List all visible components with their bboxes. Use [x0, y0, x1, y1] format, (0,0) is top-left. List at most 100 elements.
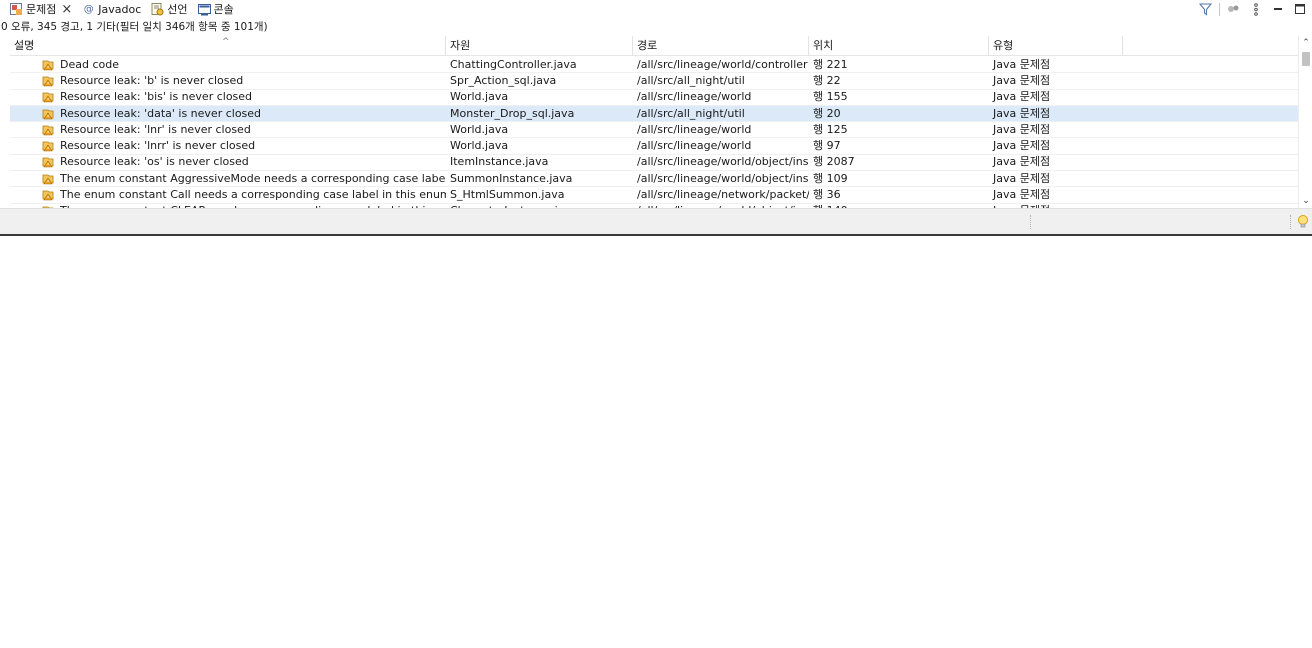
problem-type-cell: Java 문제점	[989, 106, 1123, 122]
table-row[interactable]: Resource leak: 'b' is never closed Spr_Ac…	[10, 73, 1298, 90]
tab-problems[interactable]: 문제점 ×	[0, 0, 76, 18]
tab-javadoc[interactable]: @ Javadoc	[76, 0, 145, 18]
problem-type-cell: Java 문제점	[989, 89, 1123, 105]
problem-path-cell: /all/src/lineage/world/object/ins...	[633, 171, 809, 187]
table-row[interactable]: Resource leak: 'lnrr' is never closed Wor…	[10, 138, 1298, 155]
close-icon[interactable]: ×	[61, 3, 72, 16]
problem-resource: World.java	[450, 90, 509, 104]
problem-resource-cell: Spr_Action_sql.java	[446, 73, 633, 89]
problem-resource: Monster_Drop_sql.java	[450, 106, 575, 120]
problem-type: Java 문제점	[993, 57, 1051, 71]
problem-path-cell: /all/src/lineage/world	[633, 138, 809, 154]
table-row[interactable]: The enum constant Call needs a correspon…	[10, 187, 1298, 204]
problem-type: Java 문제점	[993, 90, 1051, 104]
table-row[interactable]: Resource leak: 'os' is never closed ItemI…	[10, 154, 1298, 172]
problem-path-cell: /all/src/all_night/util	[633, 73, 809, 89]
problem-path: /all/src/lineage/world	[637, 139, 752, 153]
table-row[interactable]: The enum constant AggressiveMode needs a…	[10, 171, 1298, 188]
problem-description: The enum constant Call needs a correspon…	[60, 188, 446, 202]
problem-path-cell: /all/src/all_night/util	[633, 106, 809, 122]
problem-location-cell: 행 2087	[809, 154, 989, 170]
table-row[interactable]: Dead code ChattingController.java/all/src…	[10, 57, 1298, 74]
declaration-icon	[151, 2, 164, 16]
row-filler	[1123, 154, 1298, 170]
problem-type: Java 문제점	[993, 73, 1051, 87]
row-filler	[1123, 57, 1298, 73]
problem-type: Java 문제점	[993, 188, 1051, 202]
problem-resource: Spr_Action_sql.java	[450, 73, 557, 87]
table-row[interactable]: Resource leak: 'bis' is never closed Worl…	[10, 90, 1298, 106]
scroll-up-icon[interactable]: ⌃	[1301, 38, 1311, 48]
problem-location: 행 125	[813, 122, 848, 136]
column-header-path[interactable]: 경로	[633, 36, 809, 56]
vertical-scrollbar[interactable]: ⌃ ⌄	[1298, 36, 1312, 208]
problem-resource: World.java	[450, 139, 509, 153]
problem-location-cell: 행 22	[809, 73, 989, 89]
problem-location-cell: 행 221	[809, 57, 989, 73]
problem-type-cell: Java 문제점	[989, 57, 1123, 73]
problem-description-cell: Resource leak: 'bis' is never closed	[10, 89, 446, 105]
more-icon[interactable]	[1248, 1, 1264, 17]
problem-path-cell: /all/src/lineage/world	[633, 89, 809, 105]
column-label: 자원	[450, 39, 471, 52]
maximize-icon[interactable]	[1292, 1, 1308, 17]
sort-ascending-icon: ^	[222, 37, 230, 47]
problems-summary: 0 오류, 345 경고, 1 기타(필터 일치 346개 항목 중 101개)	[1, 21, 268, 33]
view-menu-icon[interactable]	[1226, 1, 1242, 17]
problems-view: 문제점 × @ Javadoc 선언 콘솔 0 오류, 345 경고, 1 기타…	[0, 0, 1312, 236]
problem-resource-cell: ItemInstance.java	[446, 154, 633, 170]
row-filler	[1123, 187, 1298, 203]
tab-label: 문제점	[26, 3, 57, 16]
console-icon	[197, 3, 211, 16]
column-label: 경로	[637, 39, 658, 52]
problem-path: /all/src/all_night/util	[637, 73, 745, 87]
problem-location-cell: 행 36	[809, 187, 989, 203]
problem-resource-cell: World.java	[446, 122, 633, 138]
warning-icon	[42, 189, 55, 201]
problem-type: Java 문제점	[993, 106, 1051, 120]
problem-location-cell: 행 125	[809, 122, 989, 138]
problem-location-cell: 행 109	[809, 171, 989, 187]
warning-icon	[42, 156, 55, 168]
table-body: Dead code ChattingController.java/all/src…	[10, 57, 1298, 208]
table-row[interactable]: Resource leak: 'data' is never closed Mon…	[10, 105, 1298, 123]
status-divider	[1290, 215, 1291, 229]
problem-description: Dead code	[60, 57, 119, 71]
problem-location: 행 22	[813, 73, 841, 87]
problem-path: /all/src/lineage/network/packet/...	[637, 188, 809, 202]
problem-description: Resource leak: 'os' is never closed	[60, 155, 249, 169]
column-header-location[interactable]: 위치	[809, 36, 989, 56]
scroll-down-icon[interactable]: ⌄	[1301, 196, 1311, 206]
problem-path: /all/src/lineage/world/object/ins...	[637, 155, 809, 169]
problem-description-cell: Resource leak: 'lnrr' is never closed	[10, 138, 446, 154]
column-header-resource[interactable]: 자원	[446, 36, 633, 56]
problem-description: Resource leak: 'b' is never closed	[60, 73, 244, 87]
problem-path-cell: /all/src/lineage/network/packet/...	[633, 187, 809, 203]
column-header-type[interactable]: 유형	[989, 36, 1123, 56]
tab-console[interactable]: 콘솔	[192, 0, 238, 18]
problem-type-cell: Java 문제점	[989, 187, 1123, 203]
problem-description-cell: Resource leak: 'b' is never closed	[10, 73, 446, 89]
row-filler	[1123, 106, 1298, 122]
status-bar	[0, 208, 1312, 234]
problem-description-cell: Resource leak: 'data' is never closed	[10, 106, 446, 122]
warning-icon	[42, 75, 55, 87]
scrollbar-thumb[interactable]	[1302, 52, 1310, 66]
problem-location-cell: 행 97	[809, 138, 989, 154]
row-filler	[1123, 73, 1298, 89]
tab-declaration[interactable]: 선언	[145, 0, 191, 18]
filter-icon[interactable]	[1197, 1, 1213, 17]
problem-location-cell: 행 20	[809, 106, 989, 122]
minimize-icon[interactable]	[1270, 1, 1286, 17]
problem-location: 행 97	[813, 139, 841, 153]
problem-resource: SummonInstance.java	[450, 171, 573, 185]
problem-path-cell: /all/src/lineage/world	[633, 122, 809, 138]
row-filler	[1123, 89, 1298, 105]
table-row[interactable]: Resource leak: 'lnr' is never closed Worl…	[10, 122, 1298, 139]
problem-description-cell: Resource leak: 'lnr' is never closed	[10, 122, 446, 138]
column-header-description[interactable]: 설명 ^	[10, 36, 446, 56]
column-label: 위치	[813, 39, 834, 52]
warning-icon	[42, 140, 55, 152]
lightbulb-icon[interactable]	[1297, 214, 1309, 230]
warning-icon	[42, 108, 55, 120]
